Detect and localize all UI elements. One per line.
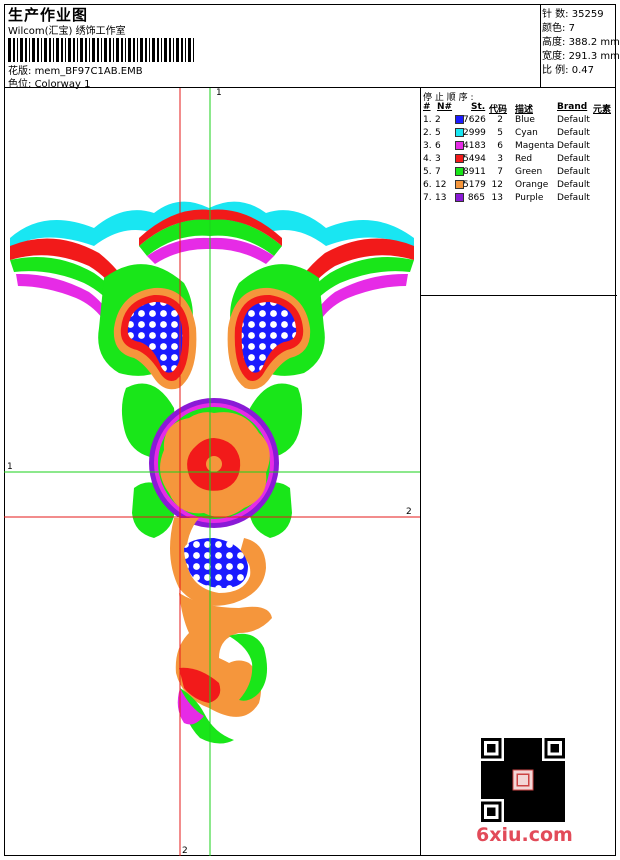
row-stitches: 5179 (463, 180, 486, 190)
axis-label-h1: 1 (7, 462, 13, 472)
embroidery-design (4, 88, 420, 856)
stitch-count: 针 数: 35259 (542, 9, 604, 20)
row-stitches: 865 (467, 193, 485, 203)
header-panel: 生产作业图 Wilcom(汇宝) 绣饰工作室 花版: mem_BF97C1AB.… (4, 4, 541, 90)
row-index: 2. (423, 128, 432, 138)
row-stitches: 8911 (463, 167, 486, 177)
row-code: 13 (491, 193, 503, 203)
color-count: 颜色: 7 (542, 23, 575, 34)
qr-code (481, 738, 565, 822)
row-brand: Default (557, 167, 590, 177)
design-stats: 针 数: 35259 颜色: 7 高度: 388.2 mm 宽度: 291.3 … (541, 4, 620, 88)
row-needle: 5 (435, 128, 441, 138)
col-stitches: St. (471, 102, 486, 112)
design-width: 宽度: 291.3 mm (542, 51, 620, 62)
row-index: 1. (423, 115, 432, 125)
row-index: 3. (423, 141, 432, 151)
col-description: 描述 (515, 105, 534, 115)
row-index: 7. (423, 193, 432, 203)
row-brand: Default (557, 180, 590, 190)
row-stitches: 2999 (463, 128, 486, 138)
color-row: 4. 3 5494 3 Red Default (423, 154, 615, 167)
axis-label-h2: 2 (406, 507, 412, 517)
row-code: 7 (497, 167, 503, 177)
row-description: Green (515, 167, 543, 177)
row-needle: 3 (435, 154, 441, 164)
panel-divider (421, 295, 617, 296)
row-code: 6 (497, 141, 503, 151)
row-description: Cyan (515, 128, 538, 138)
row-index: 5. (423, 167, 432, 177)
row-stitches: 5494 (463, 154, 486, 164)
design-height: 高度: 388.2 mm (542, 37, 620, 48)
color-sequence-panel: 停 止 顺 序 : # N# St. 代码 描述 Brand 元素 1. 2 762… (420, 88, 617, 856)
row-index: 6. (423, 180, 432, 190)
row-brand: Default (557, 141, 590, 151)
col-index: # (423, 102, 431, 112)
row-code: 3 (497, 154, 503, 164)
row-code: 12 (491, 180, 503, 190)
lower-scroll (170, 518, 272, 744)
row-brand: Default (557, 193, 590, 203)
row-stitches: 4183 (463, 141, 486, 151)
barcode (8, 38, 194, 62)
row-brand: Default (557, 115, 590, 125)
color-row: 5. 7 8911 7 Green Default (423, 167, 615, 180)
row-needle: 7 (435, 167, 441, 177)
row-index: 4. (423, 154, 432, 164)
row-needle: 6 (435, 141, 441, 151)
color-row: 2. 5 2999 5 Cyan Default (423, 128, 615, 141)
row-description: Red (515, 154, 533, 164)
watermark: 6xiu.com (476, 824, 573, 846)
col-code: 代码 (489, 105, 508, 115)
col-element: 元素 (593, 105, 612, 115)
axis-label-v2: 2 (182, 846, 188, 856)
color-row: 1. 2 7626 2 Blue Default (423, 115, 615, 128)
design-scale: 比 例: 0.47 (542, 65, 595, 76)
col-brand: Brand (557, 102, 588, 112)
row-code: 5 (497, 128, 503, 138)
row-brand: Default (557, 154, 590, 164)
color-row: 7. 13 865 13 Purple Default (423, 193, 615, 206)
row-description: Magenta (515, 141, 555, 151)
color-row: 6. 12 5179 12 Orange Default (423, 180, 615, 193)
axis-label-v1: 1 (216, 88, 222, 98)
row-description: Purple (515, 193, 544, 203)
row-description: Blue (515, 115, 535, 125)
color-row: 3. 6 4183 6 Magenta Default (423, 141, 615, 154)
color-sequence-table: # N# St. 代码 描述 Brand 元素 1. 2 7626 2 Blue Defa… (423, 102, 615, 295)
studio-subtitle: Wilcom(汇宝) 绣饰工作室 (8, 26, 126, 37)
row-needle: 13 (435, 193, 447, 203)
row-description: Orange (515, 180, 549, 190)
row-stitches: 7626 (463, 115, 486, 125)
row-brand: Default (557, 128, 590, 138)
col-needle: N# (437, 102, 453, 112)
row-needle: 12 (435, 180, 447, 190)
center-flower (149, 398, 279, 528)
design-canvas: 1 2 1 2 (4, 88, 420, 856)
row-code: 2 (497, 115, 503, 125)
row-needle: 2 (435, 115, 441, 125)
